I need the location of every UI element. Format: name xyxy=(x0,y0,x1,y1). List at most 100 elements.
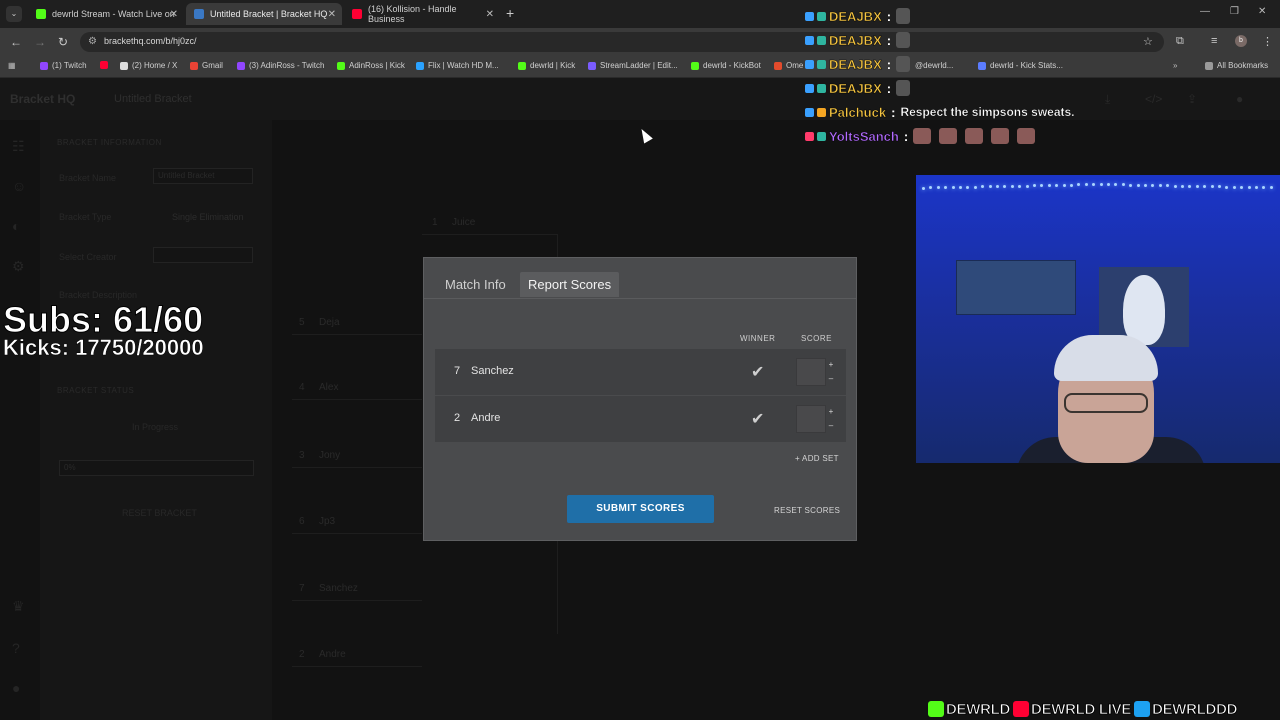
bookmark-label: Flix | Watch HD M... xyxy=(428,61,499,70)
bracket-icon[interactable]: ☷ xyxy=(12,138,25,155)
winner-check-icon[interactable]: ✔ xyxy=(751,409,764,429)
profile-avatar[interactable]: b xyxy=(1235,35,1247,47)
seed-slot[interactable]: 6 Jp3 xyxy=(299,516,335,527)
crown-icon[interactable]: ♛ xyxy=(12,598,25,615)
seed-slot[interactable]: 2 Andre xyxy=(299,649,346,660)
decrement-icon[interactable]: – xyxy=(829,374,833,383)
help-icon[interactable]: ? xyxy=(12,640,20,656)
progress-bar: 0% xyxy=(59,460,254,476)
settings-icon[interactable]: ⚙ xyxy=(12,258,25,275)
bookmark-label: AdinRoss | Kick xyxy=(349,61,405,70)
bookmark-item[interactable]: Ome xyxy=(774,61,803,70)
chat-separator: : xyxy=(903,128,909,144)
address-bar[interactable]: ⚙ brackethq.com/b/hj0zc/ xyxy=(80,32,1164,52)
bookmark-item[interactable]: (1) Twitch xyxy=(40,61,87,70)
restore-icon[interactable]: ❐ xyxy=(1230,6,1239,17)
socials-banner: DEWRLD DEWRLD LIVE DEWRLDDD xyxy=(928,698,1280,720)
chat-separator: : xyxy=(886,8,892,24)
streamer-glasses xyxy=(1064,393,1148,413)
flix-icon xyxy=(416,61,424,70)
share-icon[interactable]: ⇪ xyxy=(1187,92,1197,106)
reset-bracket-button[interactable]: RESET BRACKET xyxy=(122,508,197,518)
chat-separator: : xyxy=(886,80,892,96)
bookmark-label: Ome xyxy=(786,61,804,70)
app-logo[interactable]: Bracket HQ xyxy=(10,92,75,106)
extensions-icon[interactable]: ⧉ xyxy=(1176,35,1184,48)
bracket-name-input[interactable]: Untitled Bracket xyxy=(153,168,253,184)
score-stepper[interactable]: + – xyxy=(824,358,838,386)
browser-tab-youtube[interactable]: (16) Kollision - Handle Business ✕ xyxy=(344,3,500,25)
increment-icon[interactable]: + xyxy=(829,360,834,369)
bracket-type-select[interactable]: Single Elimination xyxy=(172,212,244,222)
apps-icon[interactable]: ▦ xyxy=(8,61,16,70)
bookmark-item[interactable]: StreamLadder | Edit... xyxy=(588,61,678,70)
increment-icon[interactable]: + xyxy=(829,407,834,416)
bookmark-item[interactable]: @dewrld... xyxy=(915,61,953,70)
reset-scores-button[interactable]: RESET SCORES xyxy=(774,506,840,515)
bookmark-item[interactable]: Gmail xyxy=(190,61,223,70)
score-input[interactable] xyxy=(796,358,826,386)
bookmark-star-icon[interactable]: ☆ xyxy=(1143,35,1153,48)
all-bookmarks[interactable]: All Bookmarks xyxy=(1205,61,1268,70)
seed-slot[interactable]: 5 Deja xyxy=(299,317,340,328)
site-info-icon[interactable]: ⚙ xyxy=(88,36,97,47)
decrement-icon[interactable]: – xyxy=(829,421,833,430)
score-input[interactable] xyxy=(796,405,826,433)
bookmark-item[interactable]: AdinRoss | Kick xyxy=(337,61,405,70)
bookmark-item[interactable]: dewrld - KickBot xyxy=(691,61,761,70)
bookmark-item[interactable]: (3) AdinRoss - Twitch xyxy=(237,61,324,70)
more-bookmarks-icon[interactable]: » xyxy=(1173,61,1177,70)
forward-icon[interactable]: → xyxy=(34,35,46,49)
chat-separator: : xyxy=(886,32,892,48)
theme-toggle-icon[interactable]: ● xyxy=(1236,92,1243,106)
submit-scores-button[interactable]: SUBMIT SCORES xyxy=(567,495,714,523)
seed-slot[interactable]: 4 Alex xyxy=(299,382,338,393)
seed-slot[interactable]: 7 Sanchez xyxy=(299,583,358,594)
close-icon[interactable]: ✕ xyxy=(328,9,336,20)
close-window-icon[interactable]: ✕ xyxy=(1258,6,1266,17)
tab-match-info[interactable]: Match Info xyxy=(437,272,514,297)
seed-slot[interactable]: 3 Jony xyxy=(299,450,340,461)
media-icon[interactable]: ≡ xyxy=(1211,35,1217,47)
emote-icon xyxy=(939,128,958,144)
chat-message: Palchuck : Respect the simpsons sweats. xyxy=(805,102,1075,122)
tab-title: (16) Kollision - Handle Business xyxy=(368,4,457,24)
led-dot xyxy=(944,186,948,190)
seed-name: Deja xyxy=(319,317,340,328)
creator-select[interactable] xyxy=(153,247,253,263)
palette-icon[interactable]: ◐ xyxy=(12,218,20,234)
new-tab-icon[interactable]: + xyxy=(506,6,514,20)
bookmark-item[interactable]: dewrld | Kick xyxy=(518,61,575,70)
account-icon[interactable]: ● xyxy=(12,680,20,696)
back-icon[interactable]: ← xyxy=(10,35,22,49)
tab-report-scores[interactable]: Report Scores xyxy=(520,272,620,297)
chat-message: DEAJBX : xyxy=(805,6,918,26)
bracket-name-label: Bracket Name xyxy=(59,173,117,183)
seed-slot[interactable]: 1 Juice xyxy=(432,217,475,228)
led-dot xyxy=(1173,184,1177,188)
embed-icon[interactable]: </> xyxy=(1145,92,1162,106)
bookmark-item[interactable]: (2) Home / X xyxy=(120,61,177,70)
bookmark-item[interactable] xyxy=(100,61,112,69)
sub-badge-icon xyxy=(805,35,814,45)
led-dot xyxy=(1151,184,1155,188)
download-icon[interactable]: ⤓ xyxy=(1105,92,1110,107)
winner-check-icon[interactable]: ✔ xyxy=(751,362,764,382)
emote-icon xyxy=(965,128,984,144)
minimize-icon[interactable]: — xyxy=(1200,6,1210,17)
add-set-button[interactable]: + ADD SET xyxy=(795,454,839,463)
close-icon[interactable]: ✕ xyxy=(170,9,178,20)
bookmark-item[interactable]: Flix | Watch HD M... xyxy=(416,61,499,70)
participants-icon[interactable]: ☺ xyxy=(12,178,26,194)
reload-icon[interactable]: ↻ xyxy=(58,35,68,49)
emote-icon xyxy=(896,8,911,24)
browser-tab-bracket[interactable]: Untitled Bracket | Bracket HQ ✕ xyxy=(186,3,342,25)
sub-badge-icon xyxy=(805,11,814,21)
browser-tab-kick[interactable]: dewrld Stream - Watch Live on ✕ xyxy=(28,3,184,25)
close-icon[interactable]: ✕ xyxy=(486,9,494,20)
winner-column-header: WINNER xyxy=(740,334,776,343)
score-stepper[interactable]: + – xyxy=(824,405,838,433)
tab-search-icon[interactable]: ⌄ xyxy=(6,6,22,22)
bookmark-item[interactable]: dewrld - Kick Stats... xyxy=(978,61,1063,70)
menu-icon[interactable]: ⋮ xyxy=(1262,35,1273,48)
